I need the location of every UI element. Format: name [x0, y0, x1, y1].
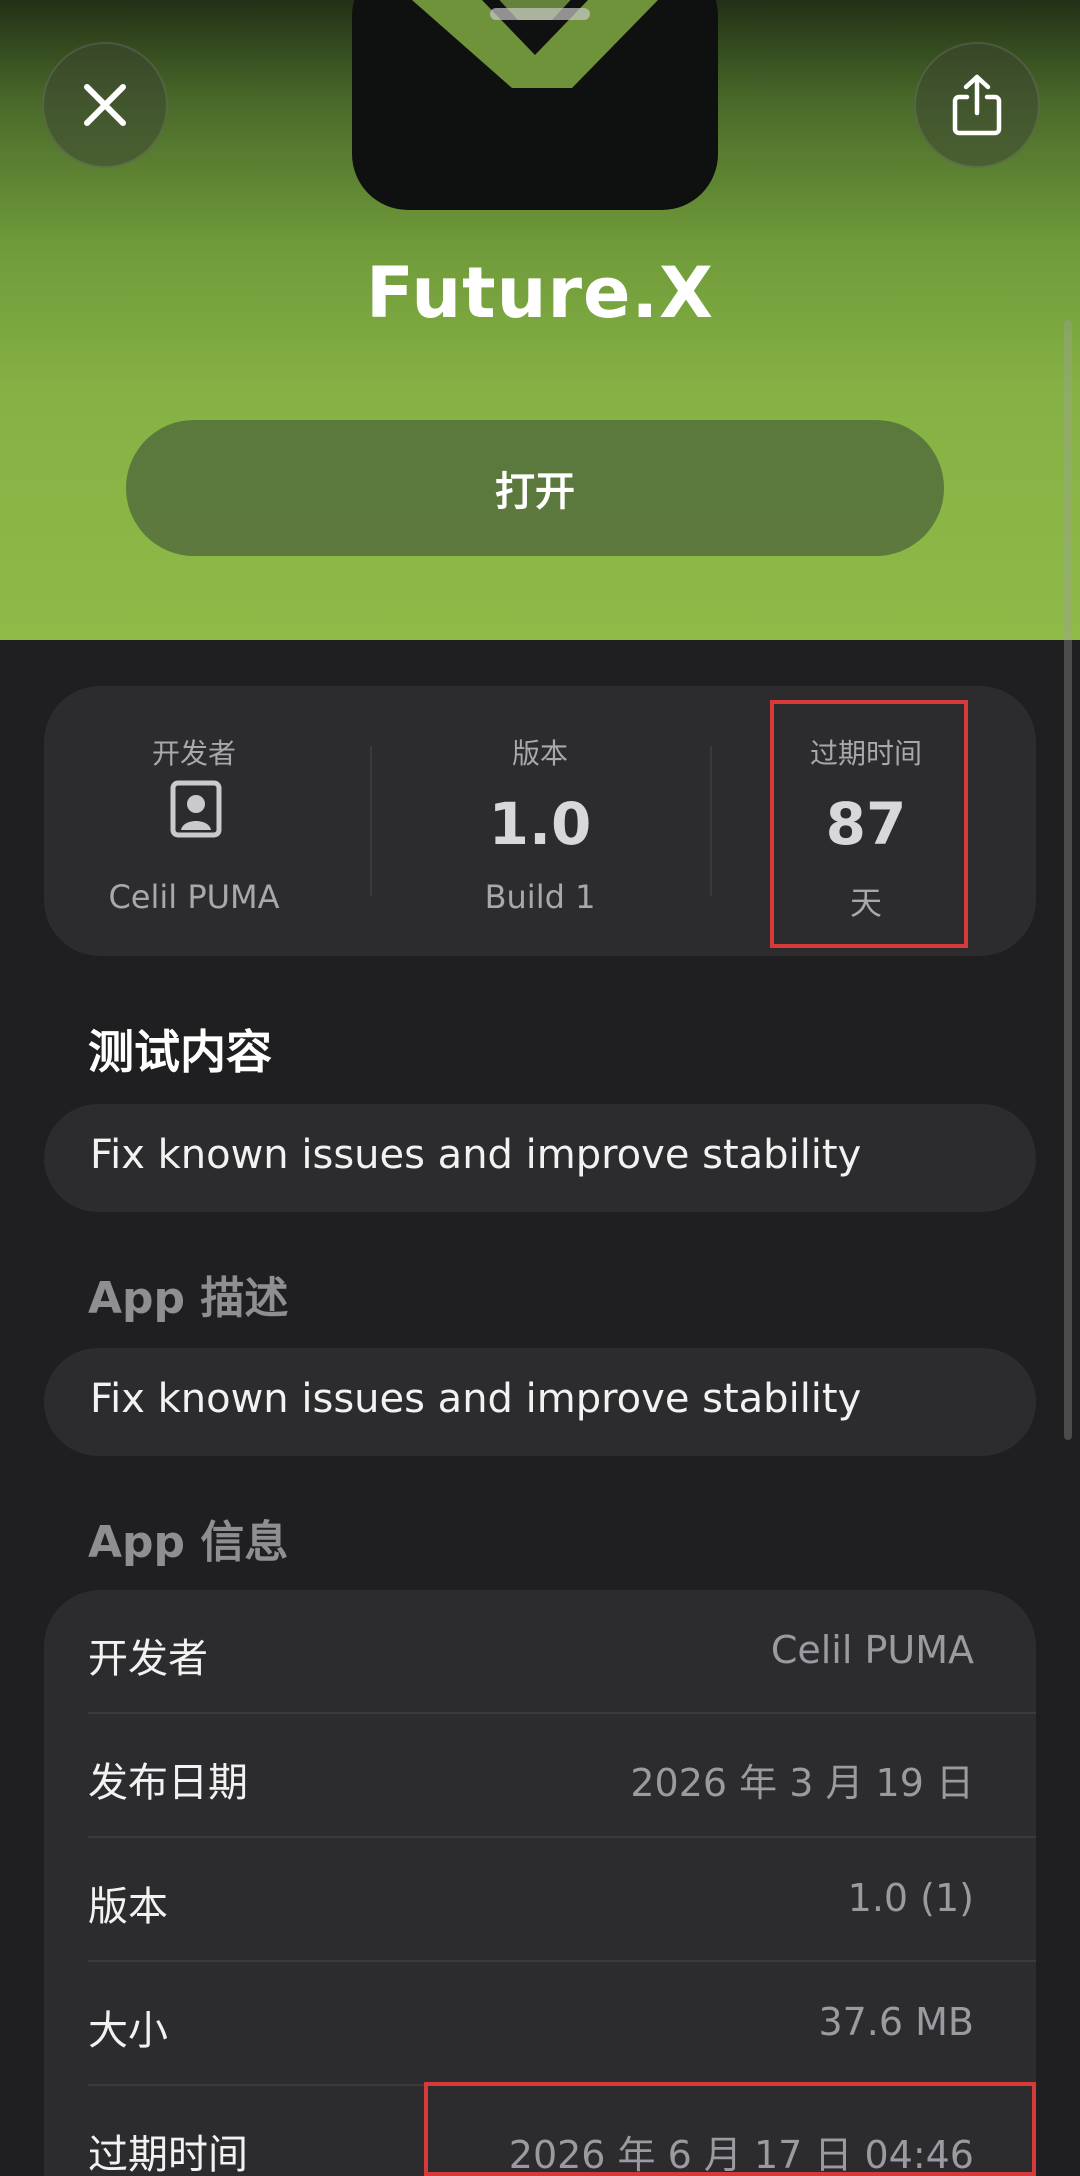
description-title: App 描述 [88, 1273, 289, 1324]
description-card: Fix known issues and improve stability [44, 1348, 1036, 1456]
version-stat-value: 1.0 [488, 790, 592, 858]
share-icon [952, 74, 1002, 136]
developer-stat-label: 开发者 [151, 737, 236, 770]
app-header: Future.X 打开 [0, 0, 1080, 640]
info-key: 开发者 [88, 1636, 208, 1682]
developer-stat[interactable]: 开发者 Celil PUMA [44, 686, 344, 956]
info-value: 1.0 (1) [847, 1876, 974, 1920]
info-row-version: 版本 1.0 (1) [44, 1838, 1036, 1962]
info-row-size: 大小 37.6 MB [44, 1962, 1036, 2086]
stat-divider [370, 746, 372, 896]
developer-stat-name: Celil PUMA [108, 878, 280, 916]
version-stat-build: Build 1 [484, 878, 596, 916]
info-row-developer: 开发者 Celil PUMA [44, 1590, 1036, 1714]
app-icon [352, 0, 718, 210]
test-content-text: Fix known issues and improve stability [90, 1132, 862, 1178]
person-icon [170, 780, 222, 838]
share-button[interactable] [914, 42, 1040, 168]
test-content-card: Fix known issues and improve stability [44, 1104, 1036, 1212]
info-row-release-date: 发布日期 2026 年 3 月 19 日 [44, 1714, 1036, 1838]
highlight-box-expiry-date [424, 2082, 1036, 2176]
close-icon [84, 84, 126, 126]
stat-divider [710, 746, 712, 896]
info-value: 37.6 MB [818, 2000, 974, 2044]
version-stat-label: 版本 [511, 737, 568, 770]
open-button[interactable]: 打开 [126, 420, 944, 556]
info-key: 发布日期 [88, 1760, 248, 1806]
highlight-box-expiry-days [770, 700, 968, 948]
sheet-grabber[interactable] [490, 8, 590, 20]
test-content-title: 测试内容 [88, 1025, 272, 1079]
info-key: 大小 [88, 2008, 168, 2054]
close-button[interactable] [42, 42, 168, 168]
info-value: 2026 年 3 月 19 日 [630, 1761, 974, 1805]
version-stat: 版本 1.0 Build 1 [390, 686, 690, 956]
app-info-title: App 信息 [88, 1517, 289, 1568]
scrollbar[interactable] [1064, 320, 1072, 1440]
info-value: Celil PUMA [770, 1628, 974, 1672]
app-title: Future.X [365, 252, 715, 334]
app-detail-page: Future.X 打开 开发者 Celil PUMA 版本 1.0 Build … [0, 0, 1080, 2176]
info-key: 版本 [88, 1884, 168, 1930]
description-text: Fix known issues and improve stability [90, 1376, 862, 1422]
info-key: 过期时间 [88, 2132, 248, 2176]
